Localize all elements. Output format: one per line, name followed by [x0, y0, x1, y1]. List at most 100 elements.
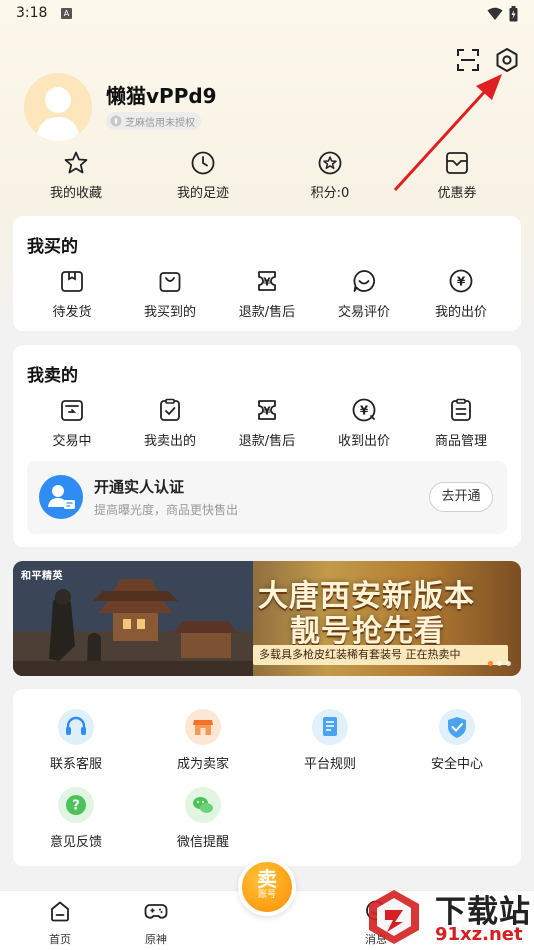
banner-game-logo: 和平精英	[21, 571, 63, 582]
wechat-icon	[185, 787, 221, 823]
service-customer-support[interactable]: 联系客服	[21, 709, 131, 772]
sold-item-label: 我卖出的	[143, 434, 196, 449]
received-bid-icon: ¥	[352, 398, 376, 422]
service-become-seller[interactable]: 成为卖家	[148, 709, 258, 772]
banner-pagination	[488, 661, 511, 666]
banner-title-line2: 靓号抢先看	[290, 614, 445, 649]
sold-product-manage[interactable]: 商品管理	[411, 397, 511, 449]
sold-item-label: 收到出价	[337, 434, 390, 449]
sold-item-label: 商品管理	[434, 434, 487, 449]
clock-icon	[191, 151, 215, 175]
status-time: 3:18	[16, 5, 48, 21]
question-icon: ?	[58, 787, 94, 823]
clipboard-check-icon	[160, 398, 180, 421]
banner-dot	[497, 661, 502, 666]
sold-card-title: 我卖的	[27, 366, 78, 386]
credit-status-text: 芝麻信用未授权	[125, 117, 195, 129]
star-icon	[64, 151, 88, 174]
refund-icon: ¥	[258, 271, 276, 291]
service-label: 意见反馈	[49, 835, 102, 850]
coupon-icon	[446, 152, 468, 174]
service-feedback[interactable]: ? 意见反馈	[21, 787, 131, 850]
quick-link-label: 我的足迹	[176, 186, 229, 201]
bought-card-title: 我买的	[27, 237, 78, 257]
status-bar: 3:18 A	[0, 0, 534, 28]
quick-link-coupons[interactable]: 优惠券	[402, 150, 512, 201]
credit-status-badge[interactable]: 芝麻信用未授权	[106, 112, 201, 130]
bought-purchased[interactable]: 我买到的	[120, 268, 220, 320]
status-notification-icon: A	[61, 8, 72, 19]
svg-text:¥: ¥	[457, 275, 466, 289]
service-wechat-reminder[interactable]: 微信提醒	[148, 787, 258, 850]
username[interactable]: 懒猫vPPd9	[106, 80, 217, 109]
nav-home[interactable]: 首页	[30, 899, 90, 947]
sold-item-label: 退款/售后	[238, 434, 296, 449]
quick-link-label: 我的收藏	[49, 186, 102, 201]
nav-label: 原神	[145, 933, 167, 946]
bid-icon: ¥	[449, 269, 473, 293]
nav-genshin[interactable]: 原神	[126, 899, 186, 947]
bag-icon	[159, 272, 181, 292]
svg-text:¥: ¥	[360, 404, 369, 418]
quick-link-label: 优惠券	[437, 186, 477, 201]
gamepad-icon	[144, 904, 168, 919]
watermark-text-url: 91xz.net	[435, 924, 523, 945]
banner-tagline: 多载具多枪皮红装稀有套装号 正在热卖中	[253, 645, 508, 665]
quick-link-points[interactable]: 积分:0	[275, 150, 385, 201]
svg-text:¥: ¥	[263, 276, 271, 289]
manage-icon	[451, 398, 471, 421]
service-platform-rules[interactable]: 平台规则	[275, 709, 385, 772]
sold-item-label: 交易中	[52, 434, 92, 449]
bought-pending-shipment[interactable]: 待发货	[22, 268, 122, 320]
service-security-center[interactable]: 安全中心	[402, 709, 512, 772]
bought-item-label: 待发货	[52, 305, 92, 320]
bought-item-label: 我的出价	[434, 305, 487, 320]
svg-text:¥: ¥	[263, 405, 271, 418]
service-label: 联系客服	[49, 757, 102, 772]
sold-sold-items[interactable]: 我卖出的	[120, 397, 220, 449]
home-icon	[51, 901, 69, 922]
sold-received-bids[interactable]: ¥ 收到出价	[314, 397, 414, 449]
avatar-placeholder-icon	[36, 87, 80, 141]
avatar[interactable]	[24, 73, 92, 141]
banner-dot	[506, 661, 511, 666]
promo-banner[interactable]: 和平精英 大唐西安新版本 靓号抢先看 多载具多枪皮红装稀有套装号 正在热卖中	[13, 561, 521, 676]
verify-title: 开通实人认证	[94, 478, 185, 496]
sold-trading[interactable]: 交易中	[22, 397, 122, 449]
bought-review[interactable]: 交易评价	[314, 268, 414, 320]
headset-icon	[58, 709, 94, 745]
sesame-credit-icon	[110, 115, 122, 127]
verify-open-button[interactable]: 去开通	[429, 482, 493, 512]
bought-item-label: 交易评价	[337, 305, 390, 320]
bought-refund[interactable]: ¥ 退款/售后	[217, 268, 317, 320]
service-label: 平台规则	[303, 757, 356, 772]
svg-text:?: ?	[72, 799, 80, 814]
bought-my-bids[interactable]: ¥ 我的出价	[411, 268, 511, 320]
trading-icon	[61, 400, 83, 421]
document-icon	[312, 709, 348, 745]
id-card-icon	[39, 475, 83, 519]
verify-subtitle: 提高曝光度，商品更快售出	[94, 503, 239, 517]
watermark: 下载站 91xz.net	[363, 884, 534, 950]
nav-label: 首页	[49, 933, 71, 946]
service-label: 安全中心	[430, 757, 483, 772]
bought-item-label: 退款/售后	[238, 305, 296, 320]
wifi-icon	[487, 7, 503, 20]
review-icon	[353, 270, 375, 292]
sell-account-button[interactable]: 卖 账号	[238, 858, 296, 916]
bought-item-label: 我买到的	[143, 305, 196, 320]
refund-icon: ¥	[258, 400, 276, 420]
sell-button-main: 卖	[257, 867, 277, 891]
real-name-verify-card[interactable]: 开通实人认证 提高曝光度，商品更快售出 去开通	[27, 461, 507, 534]
services-card: 联系客服 成为卖家 平台规则 安全中心 ? 意见反馈 微信提醒	[13, 689, 521, 866]
status-indicators	[487, 6, 518, 22]
quick-link-history[interactable]: 我的足迹	[148, 150, 258, 201]
quick-link-favorites[interactable]: 我的收藏	[21, 150, 131, 201]
sold-card: 我卖的 交易中 我卖出的 ¥ 退款/售后 ¥ 收到出价 商品管理 开通实人认证 …	[13, 345, 521, 547]
battery-icon	[509, 6, 518, 22]
bought-card: 我买的 待发货 我买到的 ¥ 退款/售后 交易评价 ¥ 我的出价	[13, 216, 521, 331]
service-label: 成为卖家	[176, 757, 229, 772]
shield-icon	[439, 709, 475, 745]
sold-refund[interactable]: ¥ 退款/售后	[217, 397, 317, 449]
sell-button-sub: 账号	[257, 890, 276, 900]
